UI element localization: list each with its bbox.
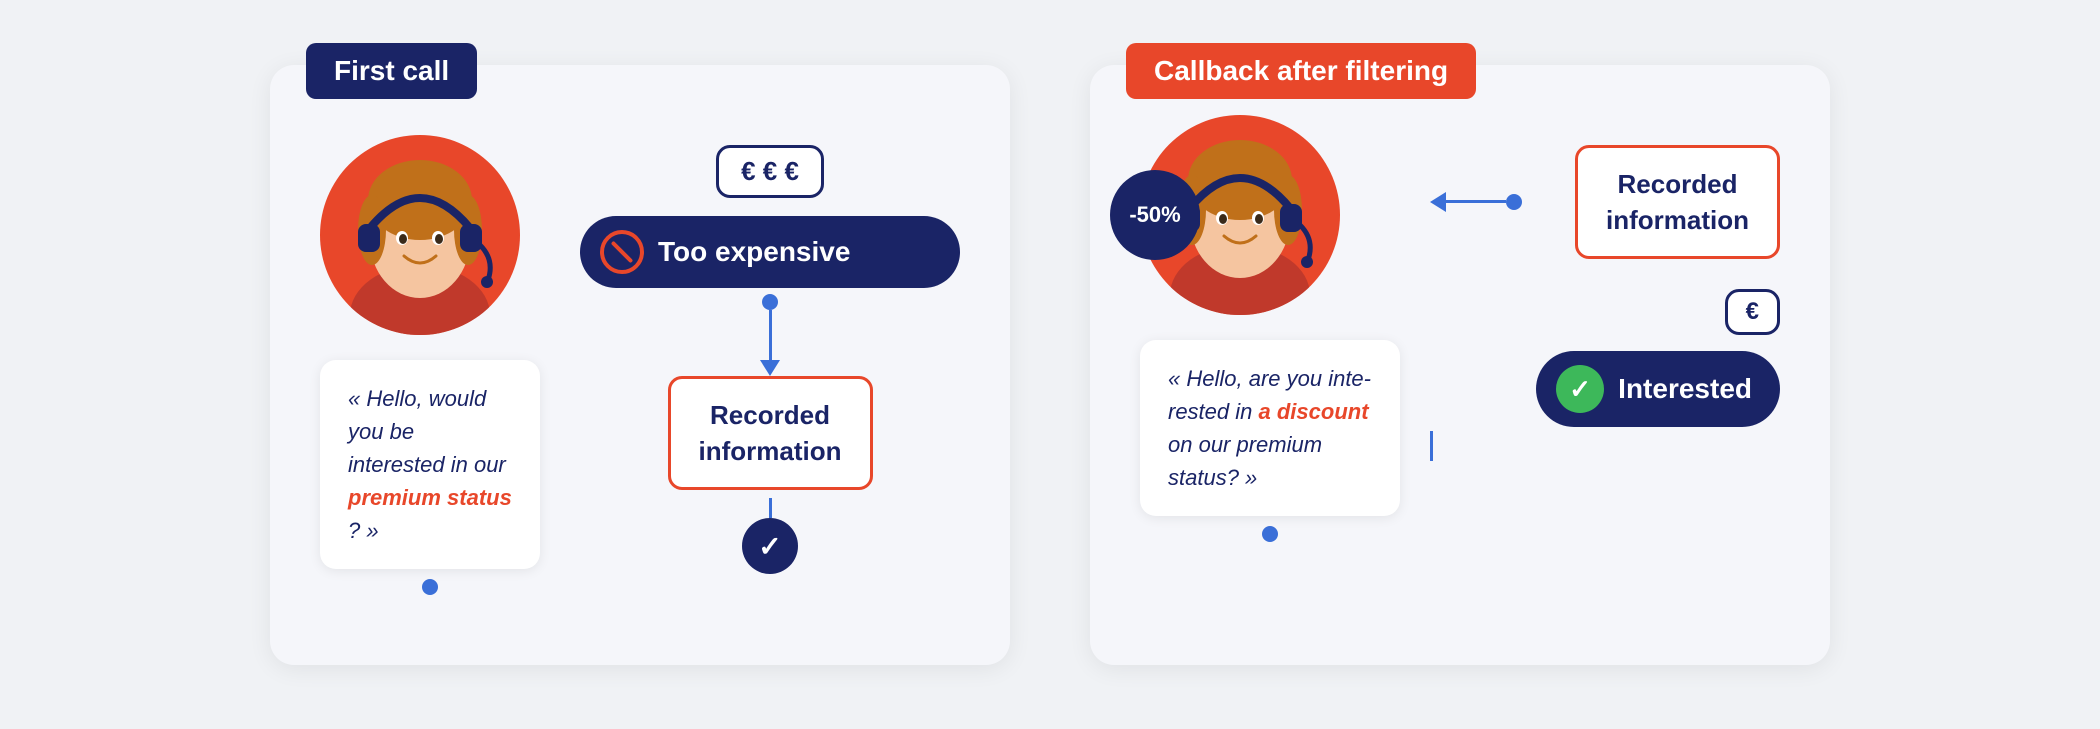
callback-badge: Callback after filtering [1126, 43, 1476, 99]
first-call-badge: First call [306, 43, 477, 99]
h-arrow-left [1430, 192, 1565, 212]
speech-bubble-1: « Hello, would you be interested in our … [320, 360, 540, 569]
speech-bubble-2: « Hello, are you inte-rested in a discou… [1140, 340, 1400, 516]
dot-bottom-2 [1262, 526, 1278, 542]
line-v-1 [769, 310, 772, 360]
recorded-info-box-2: Recorded information [1575, 145, 1780, 260]
avatar1-circle [320, 135, 520, 335]
avatar2-wrapper: -50% [1140, 115, 1340, 315]
dot-mid-1 [762, 294, 778, 310]
interested-label: Interested [1618, 373, 1752, 405]
arrow-down-1 [760, 360, 780, 376]
dot-h-1 [1506, 194, 1522, 210]
avatar1-wrapper [320, 135, 520, 335]
euro-badge-1: € € € [716, 145, 824, 198]
euro-row-2: € [1430, 289, 1780, 345]
avatar1-image [330, 140, 510, 335]
interested-pill: ✓ Interested [1536, 351, 1780, 427]
panel1-left: « Hello, would you be interested in our … [320, 135, 540, 595]
main-container: First call [210, 45, 1890, 685]
recorded-row: Recorded information [1430, 145, 1780, 260]
panel-callback: Callback after filtering -50% [1090, 65, 1830, 665]
v-connector-check [769, 490, 772, 518]
bottom-connector-1 [320, 579, 540, 595]
too-expensive-label: Too expensive [658, 236, 850, 268]
bottom-connector-2 [1140, 526, 1400, 542]
discount-badge: -50% [1110, 170, 1200, 260]
too-expensive-pill: Too expensive [580, 216, 960, 288]
line-h-1 [1446, 200, 1506, 203]
line-v-2 [1430, 431, 1433, 461]
recorded-info-box-1: Recorded information [668, 376, 873, 491]
dot-bottom-1 [422, 579, 438, 595]
no-icon [600, 230, 644, 274]
check-circle-1: ✓ [742, 518, 798, 574]
panel1-right: € € € Too expensive Recorded information [580, 135, 960, 575]
v-connector-1 [760, 288, 780, 376]
panel-first-call: First call [270, 65, 1010, 665]
panel2-left: -50% [1140, 115, 1400, 542]
line-v-check [769, 498, 772, 518]
check-green-icon: ✓ [1556, 365, 1604, 413]
up-connector [1430, 427, 1433, 461]
interested-row: ✓ Interested [1430, 351, 1780, 427]
euro-badge-2: € [1725, 289, 1780, 335]
arrow-left-icon [1430, 192, 1446, 212]
v-connector-2 [1430, 427, 1483, 461]
panel2-right: Recorded information € ✓ Interested [1430, 115, 1780, 462]
